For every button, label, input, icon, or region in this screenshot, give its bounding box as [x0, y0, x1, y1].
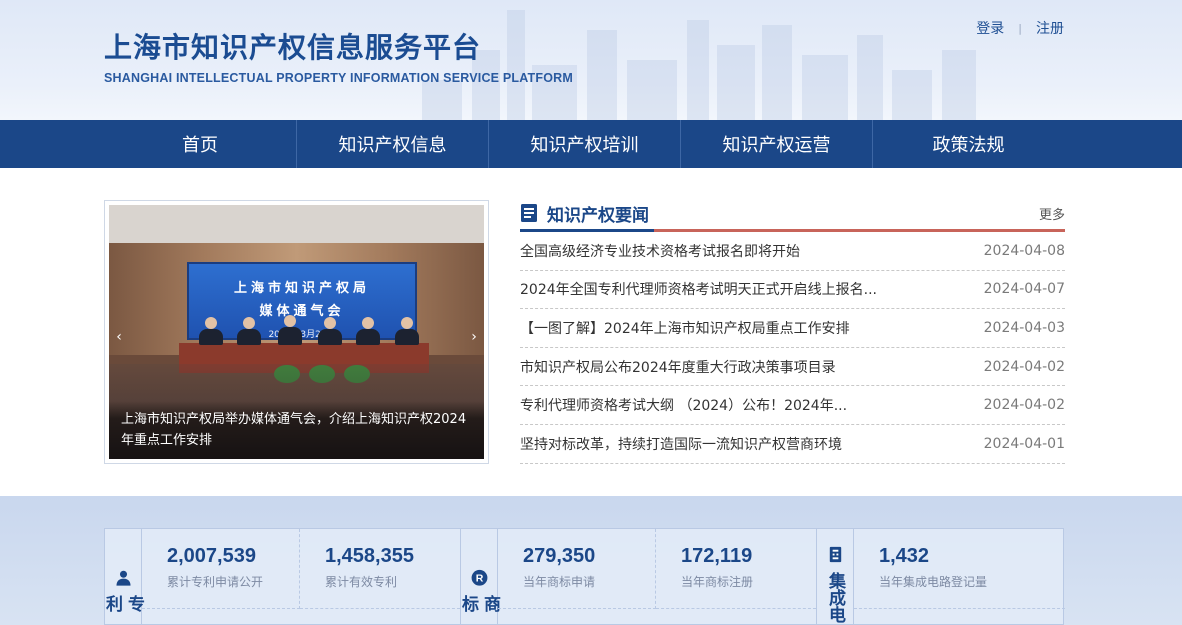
- news-section-title: 知识产权要闻: [547, 206, 649, 226]
- news-item-title[interactable]: 全国高级经济专业技术资格考试报名即将开始: [520, 241, 800, 261]
- document-icon: [521, 204, 537, 222]
- news-item[interactable]: 【一图了解】2024年上海市知识产权局重点工作安排 2024-04-03: [520, 309, 1065, 348]
- news-item[interactable]: 专利代理师资格考试大纲 （2024）公布！2024年... 2024-04-02: [520, 386, 1065, 425]
- nav-item-home[interactable]: 首页: [104, 120, 296, 168]
- stat-label: 累计有效专利: [325, 575, 398, 589]
- screen-line-1: 上海市知识产权局: [233, 281, 370, 296]
- news-item-title[interactable]: 专利代理师资格考试大纲 （2024）公布！2024年...: [520, 395, 847, 415]
- news-list: 全国高级经济专业技术资格考试报名即将开始 2024-04-08 2024年全国专…: [520, 232, 1065, 464]
- skyline-decoration: [402, 0, 1022, 120]
- stat-card[interactable]: 1,432 当年集成电路登记量: [854, 529, 1065, 609]
- stat-label: 累计专利申请公开: [167, 575, 264, 589]
- news-item-date: 2024-04-02: [983, 397, 1065, 414]
- news-item[interactable]: 坚持对标改革，持续打造国际一流知识产权营商环境 2024-04-01: [520, 425, 1065, 464]
- conference-screen: 上海市知识产权局 媒体通气会 2024年3月26日: [187, 262, 417, 340]
- auth-links: 登录 | 注册: [976, 18, 1064, 38]
- stat-value: 172,119: [681, 545, 753, 567]
- news-item[interactable]: 市知识产权局公布2024年度重大行政决策事项目录 2024-04-02: [520, 348, 1065, 387]
- carousel-prev-button[interactable]: ‹: [111, 325, 127, 349]
- nav-item-ip-info[interactable]: 知识产权信息: [296, 120, 488, 168]
- stats-panel: 专利 2,007,539 累计专利申请公开 1,458,355 累计有效专利 R…: [102, 528, 1065, 625]
- circuit-icon: [829, 546, 841, 563]
- stats-group-label: 集成电: [825, 572, 845, 623]
- registered-icon: R: [471, 569, 487, 586]
- carousel-caption[interactable]: 上海市知识产权局举办媒体通气会，介绍上海知识产权2024年重点工作安排: [109, 401, 484, 459]
- stats-group-patent[interactable]: 专利: [102, 529, 144, 625]
- stats-group-label: 商标: [458, 594, 500, 612]
- stat-card[interactable]: 279,350 当年商标申请: [498, 529, 656, 609]
- screen-line-2: 媒体通气会: [259, 304, 345, 319]
- carousel-image[interactable]: 上海市知识产权局 媒体通气会 2024年3月26日 ‹ › 上海市知识产权局举办…: [109, 205, 484, 459]
- news-carousel[interactable]: 上海市知识产权局 媒体通气会 2024年3月26日 ‹ › 上海市知识产权局举办…: [104, 200, 489, 464]
- nav-item-policy[interactable]: 政策法规: [872, 120, 1064, 168]
- stat-value: 2,007,539: [167, 545, 256, 567]
- news-item-date: 2024-04-03: [983, 319, 1065, 336]
- stats-group-label: 专利: [102, 594, 144, 612]
- news-item-title[interactable]: 市知识产权局公布2024年度重大行政决策事项目录: [520, 357, 836, 377]
- stat-label: 当年商标注册: [681, 575, 754, 589]
- photo-ceiling: [109, 205, 484, 243]
- stat-label: 当年集成电路登记量: [879, 575, 988, 589]
- news-panel: 知识产权要闻 更多 全国高级经济专业技术资格考试报名即将开始 2024-04-0…: [520, 198, 1065, 464]
- news-item-title[interactable]: 坚持对标改革，持续打造国际一流知识产权营商环境: [520, 434, 842, 454]
- stat-value: 1,458,355: [325, 545, 414, 567]
- news-item-date: 2024-04-07: [983, 281, 1065, 298]
- stats-group-trademark[interactable]: R 商标: [458, 529, 500, 625]
- stats-group-ic[interactable]: 集成电: [817, 529, 854, 625]
- news-item-title[interactable]: 2024年全国专利代理师资格考试明天正式开启线上报名...: [520, 279, 877, 299]
- news-item[interactable]: 全国高级经济专业技术资格考试报名即将开始 2024-04-08: [520, 232, 1065, 271]
- site-subtitle: SHANGHAI INTELLECTUAL PROPERTY INFORMATI…: [104, 71, 573, 85]
- nav-item-ip-training[interactable]: 知识产权培训: [488, 120, 680, 168]
- news-header: 知识产权要闻 更多: [520, 198, 1065, 232]
- stat-value: 279,350: [523, 545, 596, 567]
- site-title: 上海市知识产权信息服务平台: [104, 31, 482, 64]
- stat-card[interactable]: 172,119 当年商标注册: [656, 529, 816, 609]
- login-link[interactable]: 登录: [976, 18, 1004, 38]
- news-item-date: 2024-04-01: [983, 435, 1065, 452]
- stat-value: 1,432: [879, 545, 930, 567]
- news-item-title[interactable]: 【一图了解】2024年上海市知识产权局重点工作安排: [520, 318, 850, 338]
- register-link[interactable]: 注册: [1036, 18, 1064, 38]
- main-nav: 首页 知识产权信息 知识产权培训 知识产权运营 政策法规: [0, 120, 1182, 168]
- news-item-date: 2024-04-02: [983, 358, 1065, 375]
- news-title-underline: [520, 229, 654, 232]
- news-item-date: 2024-04-08: [983, 242, 1065, 259]
- news-item[interactable]: 2024年全国专利代理师资格考试明天正式开启线上报名... 2024-04-07: [520, 271, 1065, 310]
- stat-card[interactable]: 2,007,539 累计专利申请公开: [142, 529, 300, 609]
- auth-separator: |: [1018, 21, 1022, 35]
- stat-label: 当年商标申请: [523, 575, 596, 589]
- carousel-next-button[interactable]: ›: [466, 325, 482, 349]
- nav-item-ip-operation[interactable]: 知识产权运营: [680, 120, 872, 168]
- site-header: 上海市知识产权信息服务平台 SHANGHAI INTELLECTUAL PROP…: [0, 0, 1182, 120]
- stat-card[interactable]: 1,458,355 累计有效专利: [300, 529, 460, 609]
- svg-text:R: R: [475, 573, 483, 585]
- person-icon: [115, 570, 131, 586]
- news-more-link[interactable]: 更多: [1039, 204, 1065, 223]
